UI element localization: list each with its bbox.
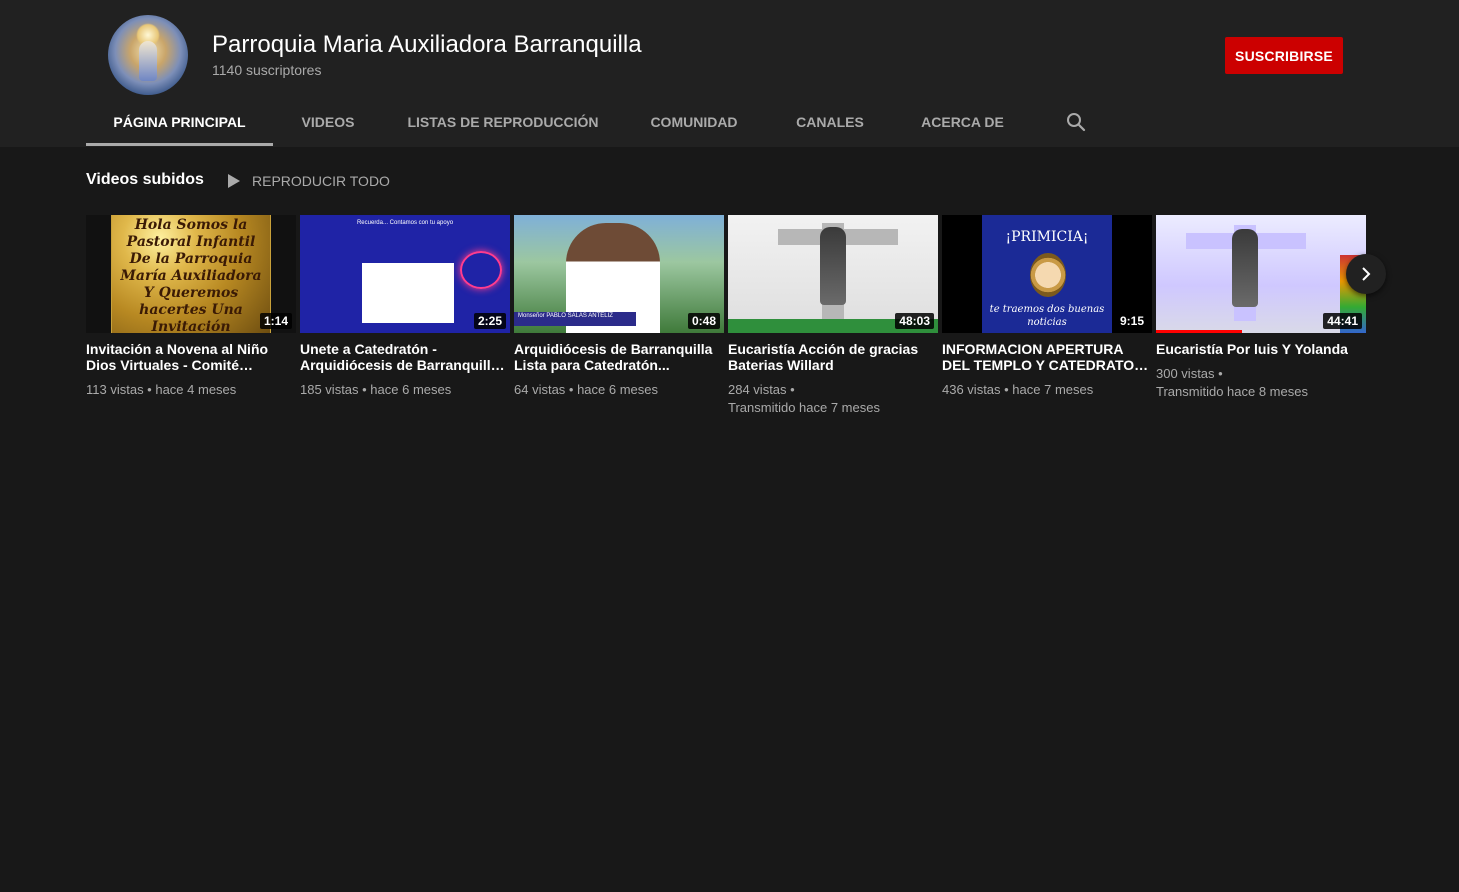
thumbnail-text: Monseñor PABLO SALAS ANTELIZ — [518, 313, 613, 319]
video-card[interactable]: Monseñor PABLO SALAS ANTELIZ 0:48 Arquid… — [514, 215, 724, 399]
thumbnail-lower-third: Monseñor PABLO SALAS ANTELIZ — [514, 312, 636, 326]
chevron-right-icon[interactable] — [1346, 254, 1386, 294]
video-thumbnail[interactable]: Monseñor PABLO SALAS ANTELIZ 0:48 — [514, 215, 724, 333]
duration-badge: 44:41 — [1323, 313, 1362, 329]
duration-badge: 48:03 — [895, 313, 934, 329]
subscriber-count: 1140 suscriptores — [212, 62, 322, 78]
crucifix-figure — [1232, 229, 1258, 307]
tab-about[interactable]: ACERCA DE — [895, 98, 1030, 146]
thumbnail-text: Recuerda... Contamos con tu apoyo — [356, 220, 454, 226]
duration-badge: 1:14 — [259, 313, 292, 329]
video-thumbnail[interactable]: Recuerda... Contamos con tu apoyo 2:25 — [300, 215, 510, 333]
video-thumbnail[interactable]: Hola Somos la Pastoral Infantil De la Pa… — [86, 215, 296, 333]
video-meta: 300 vistas • Transmitido hace 8 meses — [1156, 365, 1366, 401]
video-title[interactable]: Eucaristía Acción de gracias Baterias Wi… — [728, 341, 938, 373]
stream-date: Transmitido hace 7 meses — [728, 400, 880, 415]
play-all-button[interactable]: REPRODUCIR TODO — [226, 171, 390, 191]
video-card[interactable]: Recuerda... Contamos con tu apoyo 2:25 U… — [300, 215, 510, 399]
video-title[interactable]: Invitación a Novena al Niño Dios Virtual… — [86, 341, 296, 373]
view-count: 284 vistas • — [728, 382, 795, 397]
thumbnail-text: te traemos dos buenas noticias — [989, 304, 1105, 328]
play-icon — [228, 174, 240, 188]
video-meta: 436 vistas • hace 7 meses — [942, 382, 1094, 397]
video-card[interactable]: Hola Somos la Pastoral Infantil De la Pa… — [86, 215, 296, 399]
avatar-figure — [139, 41, 157, 81]
tab-channels[interactable]: CANALES — [765, 98, 895, 146]
video-meta: 185 vistas • hace 6 meses — [300, 382, 452, 397]
section-title: Videos subidos — [86, 171, 204, 188]
channel-avatar[interactable] — [108, 15, 188, 95]
video-title[interactable]: Unete a Catedratón - Arquidiócesis de Ba… — [300, 341, 510, 373]
duration-badge: 0:48 — [687, 313, 720, 329]
tab-videos[interactable]: VIDEOS — [273, 98, 383, 146]
subscribe-button[interactable]: SUSCRIBIRSE — [1225, 37, 1343, 74]
tab-community[interactable]: COMUNIDAD — [623, 98, 765, 146]
video-meta: 64 vistas • hace 6 meses — [514, 382, 659, 397]
channel-header: Parroquia Maria Auxiliadora Barranquilla… — [0, 0, 1459, 147]
video-thumbnail[interactable]: ¡PRIMICIA¡ te traemos dos buenas noticia… — [942, 215, 1152, 333]
thumbnail-text: Hola Somos la Pastoral Infantil De la Pa… — [120, 217, 262, 333]
crucifix-figure — [820, 227, 846, 305]
thumbnail-card — [362, 263, 454, 323]
medallion-image — [1030, 253, 1066, 297]
video-title[interactable]: Eucaristía Por luis Y Yolanda — [1156, 341, 1366, 357]
play-all-label: REPRODUCIR TODO — [252, 173, 390, 189]
video-title[interactable]: INFORMACION APERTURA DEL TEMPLO Y CATEDR… — [942, 341, 1152, 373]
stream-date: Transmitido hace 8 meses — [1156, 384, 1308, 399]
video-card[interactable]: 44:41 Eucaristía Por luis Y Yolanda 300 … — [1156, 215, 1366, 401]
tab-home[interactable]: PÁGINA PRINCIPAL — [86, 98, 273, 146]
channel-name: Parroquia Maria Auxiliadora Barranquilla — [212, 31, 642, 58]
search-icon[interactable] — [1066, 112, 1086, 132]
video-title[interactable]: Arquidiócesis de Barranquilla Lista para… — [514, 341, 724, 373]
video-thumbnail[interactable]: 48:03 — [728, 215, 938, 333]
video-card[interactable]: ¡PRIMICIA¡ te traemos dos buenas noticia… — [942, 215, 1152, 399]
heart-icon — [460, 251, 502, 289]
video-meta: 113 vistas • hace 4 meses — [86, 382, 237, 397]
duration-badge: 2:25 — [473, 313, 506, 329]
tab-playlists[interactable]: LISTAS DE REPRODUCCIÓN — [383, 98, 623, 146]
video-card[interactable]: 48:03 Eucaristía Acción de gracias Bater… — [728, 215, 938, 417]
watch-progress-bar — [1156, 330, 1243, 333]
duration-badge: 9:15 — [1115, 313, 1148, 329]
view-count: 300 vistas • — [1156, 366, 1223, 381]
video-meta: 284 vistas • Transmitido hace 7 meses — [728, 381, 938, 417]
thumbnail-heading: ¡PRIMICIA¡ — [1005, 229, 1089, 245]
video-thumbnail[interactable]: 44:41 — [1156, 215, 1366, 333]
